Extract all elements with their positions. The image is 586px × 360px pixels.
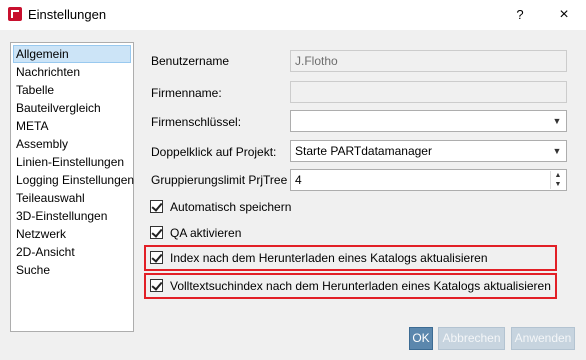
sidebar-item-3d[interactable]: 3D-Einstellungen xyxy=(13,207,131,225)
autosave-label: Automatisch speichern xyxy=(170,200,292,214)
sidebar-item-logging[interactable]: Logging Einstellungen xyxy=(13,171,134,189)
sidebar-item-netzwerk[interactable]: Netzwerk xyxy=(13,225,131,243)
fulltext-update-checkbox[interactable] xyxy=(150,279,163,293)
sidebar-item-meta[interactable]: META xyxy=(13,117,131,135)
sidebar-item-teileauswahl[interactable]: Teileauswahl xyxy=(13,189,131,207)
qa-checkbox[interactable] xyxy=(150,226,163,240)
cancel-button[interactable]: Abbrechen xyxy=(438,327,505,350)
autosave-checkbox-row[interactable]: Automatisch speichern xyxy=(150,199,291,217)
chevron-down-icon[interactable]: ▼ xyxy=(548,141,566,161)
qa-checkbox-row[interactable]: QA aktivieren xyxy=(150,225,241,243)
sidebar-item-linien[interactable]: Linien-Einstellungen xyxy=(13,153,131,171)
qa-label: QA aktivieren xyxy=(170,226,242,240)
sidebar-item-bauteilvergleich[interactable]: Bauteilvergleich xyxy=(13,99,131,117)
sidebar-item-assembly[interactable]: Assembly xyxy=(13,135,131,153)
doubleclick-value: Starte PARTdatamanager xyxy=(295,144,432,158)
ok-button[interactable]: OK xyxy=(409,327,433,350)
doubleclick-combobox[interactable]: Starte PARTdatamanager ▼ xyxy=(290,140,567,162)
help-button[interactable]: ? xyxy=(509,4,531,26)
apply-button[interactable]: Anwenden xyxy=(511,327,575,350)
close-button[interactable]: × xyxy=(553,4,575,26)
fulltext-update-label: Volltextsuchindex nach dem Herunterladen… xyxy=(170,279,551,293)
sidebar-item-allgemein[interactable]: Allgemein xyxy=(13,45,131,63)
index-update-label: Index nach dem Herunterladen eines Katal… xyxy=(170,251,488,265)
sidebar-item-2d[interactable]: 2D-Ansicht xyxy=(13,243,131,261)
chevron-down-icon[interactable]: ▼ xyxy=(548,111,566,131)
username-label: Benutzername xyxy=(151,54,230,68)
spin-up-icon[interactable]: ▲ xyxy=(551,171,565,180)
firmkey-label: Firmenschlüssel: xyxy=(151,115,242,129)
username-field: J.Flotho xyxy=(290,50,567,72)
sidebar-item-suche[interactable]: Suche xyxy=(13,261,131,279)
grouplimit-label: Gruppierungslimit PrjTree xyxy=(151,173,288,187)
index-update-checkbox-row[interactable]: Index nach dem Herunterladen eines Katal… xyxy=(150,250,488,268)
fulltext-update-checkbox-row[interactable]: Volltextsuchindex nach dem Herunterladen… xyxy=(150,278,551,296)
window-title: Einstellungen xyxy=(28,7,107,22)
autosave-checkbox[interactable] xyxy=(150,200,163,214)
title-bar: Einstellungen ? × xyxy=(0,0,586,30)
doubleclick-label: Doppelklick auf Projekt: xyxy=(151,145,277,159)
app-logo-icon xyxy=(8,7,22,21)
index-update-checkbox[interactable] xyxy=(150,251,163,265)
grouplimit-spinbox[interactable]: 4 ▲ ▼ xyxy=(290,169,567,191)
firmname-field xyxy=(290,81,567,103)
sidebar-item-nachrichten[interactable]: Nachrichten xyxy=(13,63,131,81)
firmkey-combobox[interactable]: ▼ xyxy=(290,110,567,132)
spin-arrows-icon[interactable]: ▲ ▼ xyxy=(550,171,565,189)
spin-down-icon[interactable]: ▼ xyxy=(551,180,565,189)
settings-category-list[interactable]: Allgemein Nachrichten Tabelle Bauteilver… xyxy=(10,42,134,332)
grouplimit-value: 4 xyxy=(295,173,302,187)
sidebar-item-tabelle[interactable]: Tabelle xyxy=(13,81,131,99)
firmname-label: Firmenname: xyxy=(151,86,222,100)
